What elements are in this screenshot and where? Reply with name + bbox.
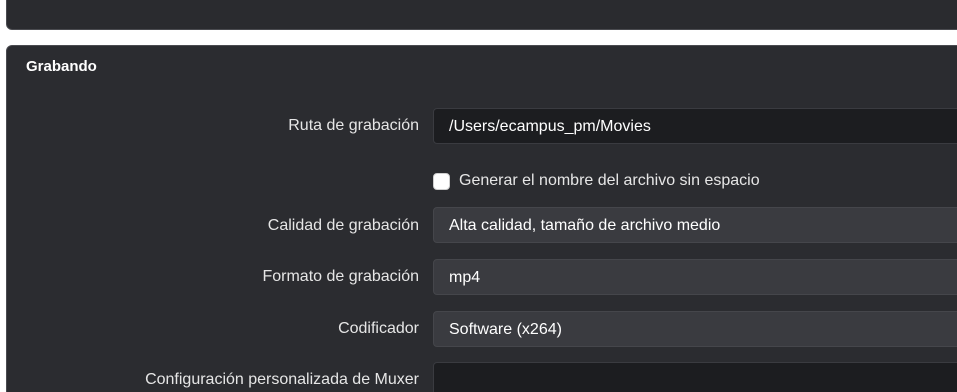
no-space-filename-checkbox[interactable] bbox=[433, 172, 450, 190]
recording-path-label: Ruta de grabación bbox=[288, 117, 419, 134]
recording-format-dropdown[interactable]: mp4 bbox=[433, 259, 957, 295]
no-space-filename-row[interactable]: Generar el nombre del archivo sin espaci… bbox=[433, 170, 760, 192]
encoder-label: Codificador bbox=[338, 320, 419, 337]
encoder-dropdown[interactable]: Software (x264) bbox=[433, 311, 957, 347]
settings-canvas: Grabando Ruta de grabación /Users/ecampu… bbox=[0, 0, 957, 392]
recording-quality-dropdown[interactable]: Alta calidad, tamaño de archivo medio bbox=[433, 207, 957, 243]
group-title: Grabando bbox=[26, 58, 97, 75]
no-space-filename-label: Generar el nombre del archivo sin espaci… bbox=[459, 172, 760, 189]
recording-path-value: /Users/ecampus_pm/Movies bbox=[449, 118, 651, 135]
recording-quality-label: Calidad de grabación bbox=[267, 217, 419, 234]
muxer-settings-label: Configuración personalizada de Muxer bbox=[145, 371, 419, 388]
recording-format-label: Formato de grabación bbox=[262, 268, 419, 285]
recording-quality-value: Alta calidad, tamaño de archivo medio bbox=[449, 217, 721, 234]
muxer-settings-input[interactable] bbox=[433, 362, 957, 392]
recording-format-value: mp4 bbox=[449, 269, 481, 286]
encoder-value: Software (x264) bbox=[449, 321, 562, 338]
recording-path-input[interactable]: /Users/ecampus_pm/Movies bbox=[433, 108, 957, 144]
previous-settings-panel bbox=[6, 0, 957, 30]
